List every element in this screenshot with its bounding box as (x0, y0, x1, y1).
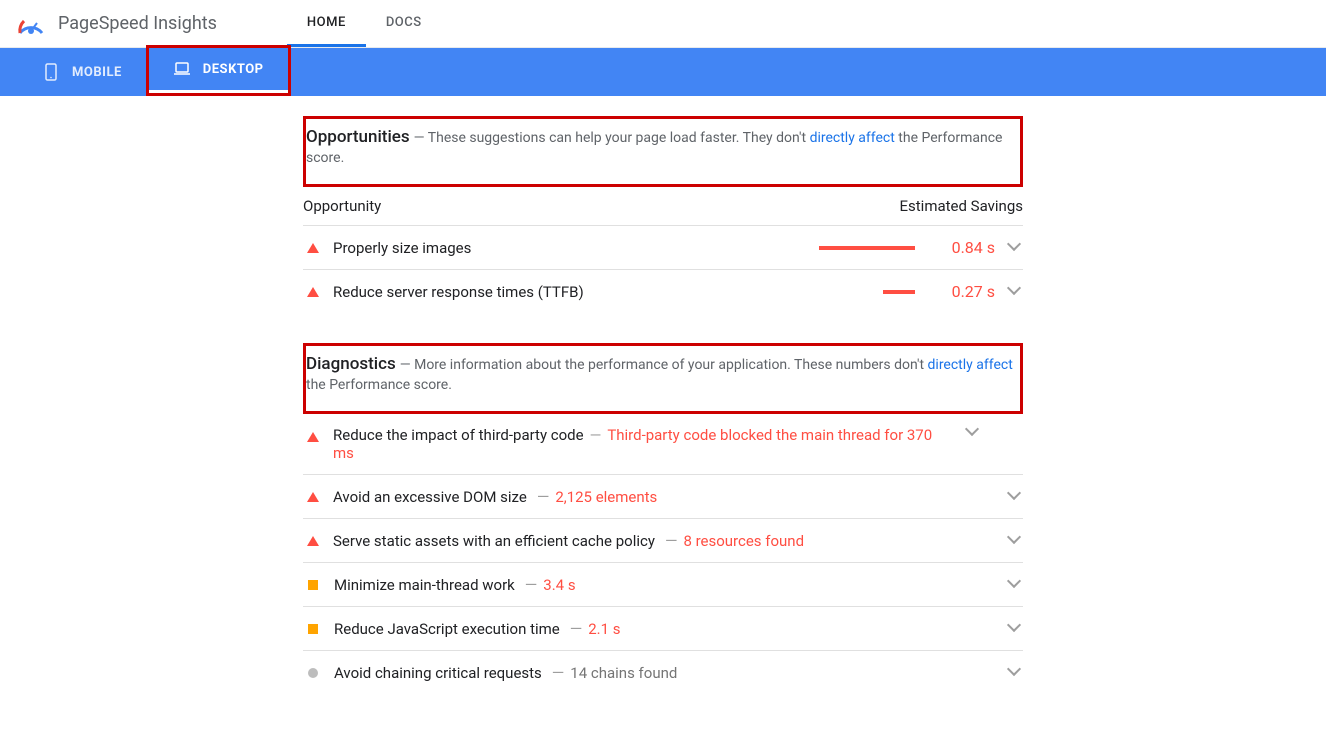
chevron-down-icon (1009, 490, 1023, 504)
diagnostic-label: Avoid an excessive DOM size (333, 488, 527, 506)
diagnostics-title: Diagnostics (306, 354, 396, 374)
opportunities-desc: — These suggestions can help your page l… (306, 130, 1002, 166)
warning-triangle-icon (307, 287, 319, 297)
warning-square-icon (308, 580, 318, 590)
logo[interactable]: PageSpeed Insights (16, 11, 217, 37)
tab-desktop-highlight: DESKTOP (146, 45, 291, 96)
chevron-down-icon (967, 426, 981, 440)
diagnostic-detail: 14 chains found (570, 664, 677, 682)
warning-square-icon (308, 624, 318, 634)
tab-desktop[interactable]: DESKTOP (149, 48, 288, 93)
diagnostic-label: Reduce JavaScript execution time (334, 620, 560, 638)
warning-triangle-icon (307, 536, 319, 546)
opportunities-list: Properly size images 0.84 s Reduce server … (303, 226, 1023, 313)
opportunity-row[interactable]: Reduce server response times (TTFB) 0.27 … (303, 270, 1023, 313)
diagnostic-row[interactable]: Serve static assets with an efficient ca… (303, 519, 1023, 563)
diagnostic-text: Reduce the impact of third-party code—Th… (333, 426, 953, 462)
gauge-icon (16, 11, 46, 37)
diagnostic-row[interactable]: Minimize main-thread work—3.4 s (303, 563, 1023, 607)
opportunities-intro: Opportunities — These suggestions can he… (303, 116, 1023, 187)
diagnostics-desc: — More information about the performance… (306, 357, 1013, 393)
diagnostic-detail: 8 resources found (683, 532, 804, 550)
warning-triangle-icon (307, 243, 319, 253)
diagnostic-label: Minimize main-thread work (334, 576, 515, 594)
savings-bar (755, 290, 915, 294)
directly-affect-link[interactable]: directly affect (810, 130, 895, 146)
diagnostic-label: Avoid chaining critical requests (334, 664, 542, 682)
diagnostic-row[interactable]: Reduce JavaScript execution time—2.1 s (303, 607, 1023, 651)
tab-docs[interactable]: DOCS (366, 0, 442, 47)
savings-bar (755, 246, 915, 250)
laptop-icon (173, 60, 191, 78)
chevron-down-icon (1009, 622, 1023, 636)
top-header: PageSpeed Insights HOME DOCS (0, 0, 1326, 48)
nav-tabs: HOME DOCS (287, 0, 442, 47)
phone-icon (42, 63, 60, 81)
main-content: Opportunities — These suggestions can he… (303, 96, 1023, 734)
warning-triangle-icon (307, 492, 319, 502)
col-savings: Estimated Savings (900, 197, 1024, 215)
diagnostic-label: Serve static assets with an efficient ca… (333, 532, 655, 550)
info-circle-icon (308, 668, 318, 678)
diagnostic-row[interactable]: Avoid chaining critical requests—14 chai… (303, 651, 1023, 694)
directly-affect-link-2[interactable]: directly affect (928, 357, 1013, 373)
diagnostic-row[interactable]: Avoid an excessive DOM size—2,125 elemen… (303, 475, 1023, 519)
chevron-down-icon (1009, 578, 1023, 592)
opportunities-columns: Opportunity Estimated Savings (303, 187, 1023, 226)
tab-mobile-label: MOBILE (72, 65, 122, 80)
tab-home[interactable]: HOME (287, 0, 366, 47)
chevron-down-icon (1009, 241, 1023, 255)
tab-desktop-label: DESKTOP (203, 62, 264, 77)
opportunity-label: Properly size images (333, 239, 755, 257)
chevron-down-icon (1009, 666, 1023, 680)
diagnostic-detail: 2.1 s (588, 620, 620, 638)
chevron-down-icon (1009, 534, 1023, 548)
diagnostics-intro: Diagnostics — More information about the… (303, 343, 1023, 414)
chevron-down-icon (1009, 285, 1023, 299)
device-bar: MOBILE DESKTOP (0, 48, 1326, 96)
opportunity-row[interactable]: Properly size images 0.84 s (303, 226, 1023, 270)
col-opportunity: Opportunity (303, 197, 381, 215)
opportunities-title: Opportunities (306, 127, 410, 147)
diagnostic-detail: 2,125 elements (555, 488, 657, 506)
tab-mobile[interactable]: MOBILE (18, 51, 146, 96)
warning-triangle-icon (307, 432, 319, 442)
opportunity-label: Reduce server response times (TTFB) (333, 283, 755, 301)
diagnostics-list: Reduce the impact of third-party code—Th… (303, 414, 1023, 694)
savings-time: 0.84 s (935, 238, 995, 257)
product-name: PageSpeed Insights (58, 13, 217, 34)
diagnostic-detail: 3.4 s (543, 576, 575, 594)
savings-time: 0.27 s (935, 282, 995, 301)
diagnostic-row[interactable]: Reduce the impact of third-party code—Th… (303, 414, 1023, 475)
